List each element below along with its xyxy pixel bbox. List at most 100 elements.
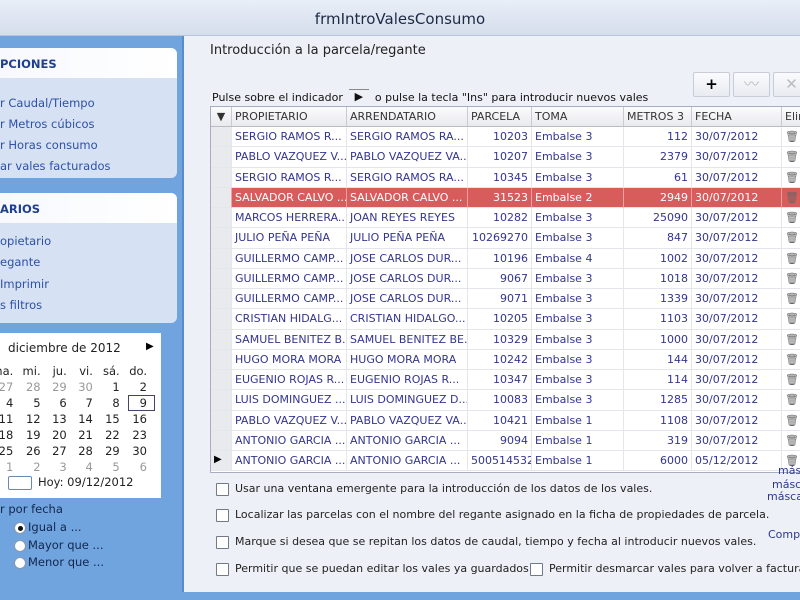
sidebar-item-horas[interactable]: r Horas consumo	[0, 138, 98, 152]
option-checkbox[interactable]: Permitir que se puedan editar los vales …	[216, 562, 529, 576]
column-header[interactable]: Elim	[782, 107, 800, 128]
next-month-icon[interactable]: ▶	[146, 341, 154, 352]
row-selector[interactable]	[211, 187, 232, 208]
delete-row-icon[interactable]: 🗑	[782, 330, 800, 350]
table-row[interactable]: PABLO VAZQUEZ V... PABLO VAZQUEZ VA... 104…	[211, 410, 800, 431]
edit-button[interactable]: 〰	[733, 72, 770, 97]
sidebar-item-caudal[interactable]: r Caudal/Tiempo	[0, 96, 95, 110]
delete-row-icon[interactable]: 🗑	[782, 350, 800, 370]
delete-row-icon[interactable]: 🗑	[782, 228, 800, 249]
delete-row-icon[interactable]: 🗑	[782, 269, 800, 289]
table-row[interactable]: EUGENIO ROJAS R... EUGENIO ROJAS R... 1034…	[211, 370, 800, 391]
delete-row-icon[interactable]: 🗑	[782, 309, 800, 330]
row-selector[interactable]	[211, 147, 232, 168]
calendar-day[interactable]: 2	[128, 379, 155, 395]
today-link[interactable]: Hoy: 09/12/2012	[8, 475, 133, 490]
calendar-day[interactable]: 6	[128, 459, 155, 475]
delete-row-icon[interactable]: 🗑	[782, 168, 800, 188]
calendar-day[interactable]: 19	[21, 427, 48, 443]
select-all-icon[interactable]: ▼	[211, 107, 232, 128]
table-row[interactable]: SERGIO RAMOS R... SERGIO RAMOS RA... 10345…	[211, 167, 800, 188]
table-row[interactable]: HUGO MORA MORA HUGO MORA MORA 10242 Embalse…	[211, 349, 800, 370]
delete-row-icon[interactable]: 🗑	[782, 249, 800, 269]
table-row[interactable]: LUIS DOMINGUEZ ... LUIS DOMINGUEZ D... 100…	[211, 390, 800, 411]
column-header[interactable]: PARCELA	[468, 107, 532, 128]
option-checkbox[interactable]: Marque si desea que se repitan los datos…	[216, 535, 756, 549]
calendar-day[interactable]: 27	[49, 443, 75, 459]
table-row[interactable]: GUILLERMO CAMP... JOSE CARLOS DUR... 10196…	[211, 248, 800, 269]
row-selector[interactable]	[211, 410, 232, 431]
calendar-day[interactable]: 7	[75, 395, 101, 411]
calendar-day[interactable]: 5	[21, 395, 48, 411]
row-selector[interactable]	[211, 228, 232, 249]
table-row[interactable]: PABLO VAZQUEZ V... PABLO VAZQUEZ VA... 102…	[211, 147, 800, 168]
option-checkbox[interactable]: Usar una ventana emergente para la intro…	[216, 482, 652, 496]
radio-mayor[interactable]: Mayor que ...	[14, 538, 103, 552]
row-selector[interactable]	[211, 167, 232, 188]
row-selector[interactable]	[211, 208, 232, 229]
row-selector[interactable]	[211, 370, 232, 391]
calendar-day[interactable]: 8	[101, 395, 128, 411]
table-row[interactable]: SALVADOR CALVO ... SALVADOR CALVO ... 3152…	[211, 187, 800, 208]
table-row[interactable]: CRISTIAN HIDALG... CRISTIAN HIDALGO... 102…	[211, 309, 800, 330]
row-selector[interactable]	[211, 349, 232, 370]
calendar-day[interactable]: 13	[49, 411, 75, 427]
row-selector[interactable]	[211, 248, 232, 269]
row-selector[interactable]: ▶	[211, 451, 232, 472]
table-row[interactable]: GUILLERMO CAMP... JOSE CARLOS DUR... 9071 E…	[211, 289, 800, 310]
sidebar-item-imprimir[interactable]: Imprimir	[0, 277, 49, 291]
calendar[interactable]: diciembre de 2012 ▶ na.mi.ju.vi.sá.do.27…	[0, 333, 161, 498]
delete-row-icon[interactable]: 🗑	[782, 187, 800, 208]
add-button[interactable]: +	[693, 72, 730, 97]
option-checkbox[interactable]: Permitir desmarcar vales para volver a f…	[530, 562, 800, 576]
calendar-day[interactable]: 27	[0, 379, 21, 395]
calendar-day[interactable]: 26	[21, 443, 48, 459]
calendar-day[interactable]: 1	[0, 459, 21, 475]
calendar-day[interactable]: 25	[0, 443, 21, 459]
calendar-day[interactable]: 18	[0, 427, 21, 443]
calendar-day[interactable]: 2	[21, 459, 48, 475]
calendar-day[interactable]: 15	[101, 411, 128, 427]
table-row[interactable]: GUILLERMO CAMP... JOSE CARLOS DUR... 9067 E…	[211, 268, 800, 289]
calendar-day[interactable]: 29	[101, 443, 128, 459]
table-row[interactable]: SAMUEL BENITEZ B... SAMUEL BENITEZ BE... 1…	[211, 329, 800, 350]
row-selector[interactable]	[211, 289, 232, 310]
calendar-day[interactable]: 28	[21, 379, 48, 395]
calendar-day[interactable]: 14	[75, 411, 101, 427]
calendar-day[interactable]: 3	[49, 459, 75, 475]
delete-row-icon[interactable]: 🗑	[782, 208, 800, 229]
column-header[interactable]: ARRENDATARIO	[347, 107, 468, 128]
calendar-day[interactable]: 22	[101, 427, 128, 443]
listings-header[interactable]: ARIOS	[0, 193, 177, 223]
table-row[interactable]: ANTONIO GARCIA ... ANTONIO GARCIA ... 9094…	[211, 430, 800, 451]
radio-menor[interactable]: Menor que ...	[14, 555, 104, 569]
calendar-day[interactable]: 16	[128, 411, 155, 427]
calendar-day[interactable]: 30	[128, 443, 155, 459]
table-row[interactable]: MARCOS HERRERA... JOAN REYES REYES 10282 Em…	[211, 208, 800, 229]
calendar-day[interactable]: 4	[0, 395, 21, 411]
row-selector[interactable]	[211, 329, 232, 350]
row-selector[interactable]	[211, 390, 232, 411]
calendar-day[interactable]: 11	[0, 411, 21, 427]
column-header[interactable]: METROS 3	[624, 107, 692, 128]
delete-row-icon[interactable]: 🗑	[782, 390, 800, 411]
delete-row-icon[interactable]: 🗑	[782, 127, 800, 148]
table-row[interactable]: SERGIO RAMOS R... SERGIO RAMOS RA... 10203…	[211, 127, 800, 148]
calendar-day[interactable]: 21	[75, 427, 101, 443]
sidebar-item-facturados[interactable]: ar vales facturados	[0, 159, 111, 173]
delete-button[interactable]: ✕	[773, 72, 800, 97]
calendar-day[interactable]: 20	[49, 427, 75, 443]
table-row[interactable]: ▶ ANTONIO GARCIA ... ANTONIO GARCIA ... 500…	[211, 451, 800, 472]
delete-row-icon[interactable]: 🗑	[782, 147, 800, 168]
row-selector[interactable]	[211, 127, 232, 148]
table-row[interactable]: JULIO PEÑA PEÑA JULIO PEÑA PEÑA 10269270 Em…	[211, 228, 800, 249]
column-header[interactable]: FECHA	[692, 107, 782, 128]
calendar-day[interactable]: 5	[101, 459, 128, 475]
delete-row-icon[interactable]: 🗑	[782, 289, 800, 310]
delete-row-icon[interactable]: 🗑	[782, 411, 800, 431]
calendar-day[interactable]: 30	[75, 379, 101, 395]
calendar-day[interactable]: 1	[101, 379, 128, 395]
sidebar-item-propietario[interactable]: opietario	[0, 234, 51, 248]
calendar-day[interactable]: 4	[75, 459, 101, 475]
calendar-day[interactable]: 28	[75, 443, 101, 459]
